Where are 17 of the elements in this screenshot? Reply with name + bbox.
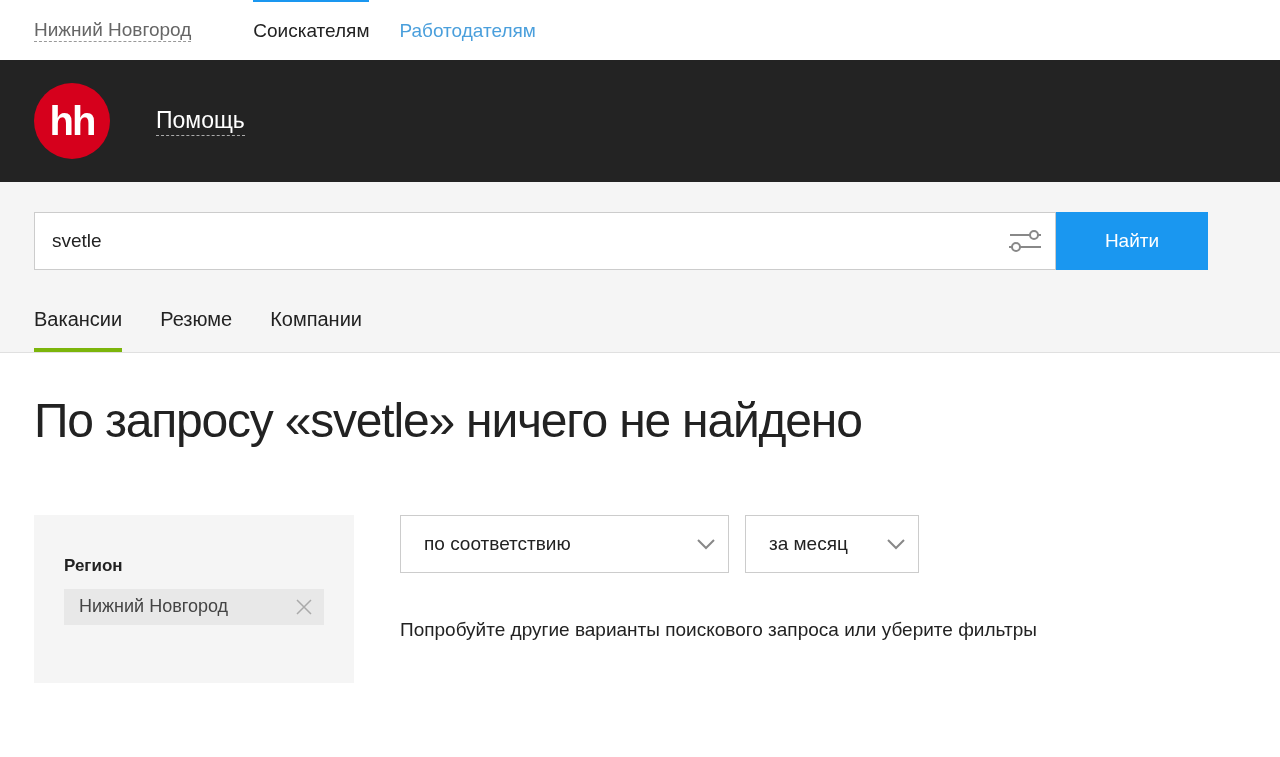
sort-dropdown[interactable]: по соответствию bbox=[400, 515, 729, 573]
chevron-down-icon bbox=[886, 538, 906, 550]
region-chip-label: Нижний Новгород bbox=[79, 595, 229, 618]
chevron-down-icon bbox=[696, 538, 716, 550]
search-field[interactable]: svetle bbox=[34, 212, 1056, 270]
search-tab[interactable]: Резюме bbox=[160, 304, 233, 352]
filter-sliders-icon[interactable] bbox=[1008, 227, 1042, 255]
city-link[interactable]: Нижний Новгород bbox=[34, 17, 192, 43]
search-tab[interactable]: Вакансии bbox=[34, 304, 123, 352]
logo[interactable]: hh bbox=[34, 83, 110, 159]
filter-title: Регион bbox=[64, 555, 124, 577]
page-heading: По запросу «svetle» ничего не найдено bbox=[34, 397, 863, 445]
search-tab[interactable]: Компании bbox=[270, 304, 362, 352]
help-link[interactable]: Помощь bbox=[156, 106, 245, 136]
sort-dropdown[interactable]: за месяц bbox=[745, 515, 919, 573]
empty-message: Попробуйте другие варианты поискового запроса или уберите фильтры bbox=[400, 618, 1037, 642]
close-icon[interactable] bbox=[296, 598, 312, 615]
